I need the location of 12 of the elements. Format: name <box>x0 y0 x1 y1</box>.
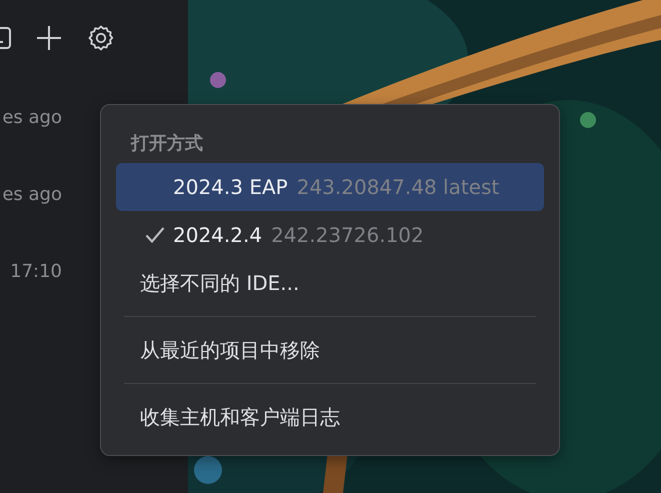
plus-icon[interactable] <box>36 25 62 51</box>
menu-item[interactable]: 选择不同的 IDE... <box>116 259 544 307</box>
menu-item[interactable]: 2024.3 EAP 243.20847.48 latest <box>116 163 544 211</box>
menu-item[interactable]: 从最近的项目中移除 <box>116 326 544 374</box>
menu-item[interactable]: 2024.2.4 242.23726.102 <box>116 211 544 259</box>
settings-icon[interactable] <box>87 24 115 52</box>
menu-heading: 打开方式 <box>130 132 204 156</box>
project-time: es ago <box>2 184 62 205</box>
check-icon <box>145 226 165 244</box>
project-time: 17:10 <box>9 261 62 282</box>
menu-item[interactable]: 收集主机和客户端日志 <box>116 393 544 441</box>
project-time: es ago <box>2 107 62 128</box>
